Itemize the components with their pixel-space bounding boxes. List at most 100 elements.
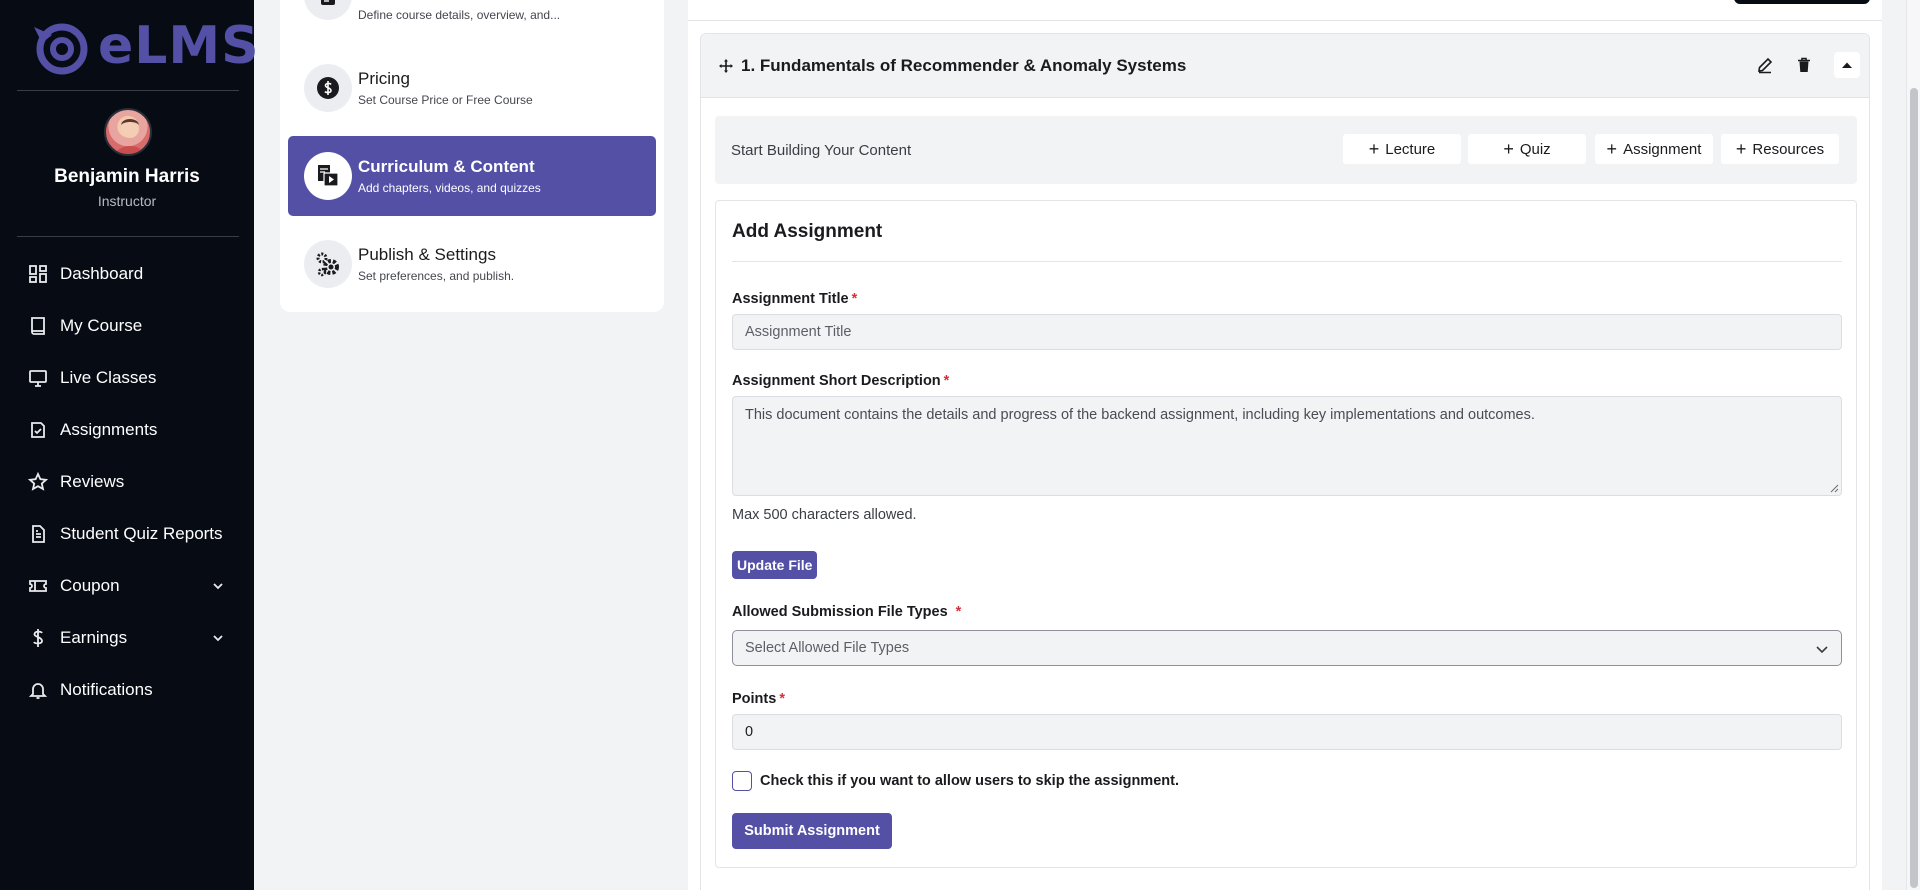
sidebar-item-label: My Course bbox=[60, 316, 143, 335]
file-types-select[interactable]: Select Allowed File Types bbox=[732, 630, 1842, 666]
sidebar-item-label: Notifications bbox=[60, 680, 153, 699]
file-types-label: Allowed Submission File Types * bbox=[732, 604, 961, 620]
step-subtitle: Add chapters, videos, and quizzes bbox=[358, 181, 541, 195]
label-text: Points bbox=[732, 691, 777, 707]
sidebar-item-my-course[interactable]: My Course bbox=[0, 300, 254, 352]
chapter-panel: 1. Fundamentals of Recommender & Anomaly… bbox=[700, 33, 1870, 890]
sidebar-item-earnings[interactable]: Earnings bbox=[0, 612, 254, 664]
sidebar-item-student-quiz-reports[interactable]: Student Quiz Reports bbox=[0, 508, 254, 560]
step-course-info[interactable]: Define course details, overview, and... bbox=[288, 0, 656, 36]
points-input[interactable]: 0 bbox=[732, 714, 1842, 750]
assignment-description-textarea[interactable]: This document contains the details and p… bbox=[732, 396, 1842, 496]
user-name: Benjamin Harris bbox=[54, 166, 200, 187]
brand-logo[interactable]: eLMS bbox=[28, 16, 260, 76]
ticket-icon bbox=[29, 580, 47, 592]
sidebar: eLMS Benjamin Harris Instructor Dashboar… bbox=[0, 0, 259, 890]
label-text: Allowed Submission File Types bbox=[732, 604, 948, 620]
report-icon bbox=[32, 525, 45, 543]
assignment-description-label: Assignment Short Description * bbox=[732, 373, 949, 389]
divider bbox=[17, 236, 239, 237]
scrollbar-thumb[interactable] bbox=[1910, 88, 1918, 888]
sidebar-item-notifications[interactable]: Notifications bbox=[0, 664, 254, 716]
divider bbox=[732, 261, 1842, 262]
skip-assignment-label: Check this if you want to allow users to… bbox=[760, 773, 1179, 789]
gears-icon bbox=[304, 240, 352, 288]
trash-icon[interactable] bbox=[1795, 56, 1813, 74]
divider bbox=[17, 90, 239, 91]
assignment-icon bbox=[31, 422, 45, 438]
sidebar-item-dashboard[interactable]: Dashboard bbox=[0, 248, 254, 300]
required-mark: * bbox=[851, 291, 858, 307]
chevron-down-icon[interactable] bbox=[212, 632, 224, 644]
points-label: Points * bbox=[732, 691, 785, 707]
form-title: Add Assignment bbox=[732, 221, 883, 242]
course-steps: Define course details, overview, and... … bbox=[280, 0, 664, 312]
chapter-header: 1. Fundamentals of Recommender & Anomaly… bbox=[701, 34, 1869, 98]
sidebar-nav: Dashboard My Course Live Classes Assignm… bbox=[0, 248, 254, 716]
edit-icon[interactable] bbox=[1756, 56, 1774, 74]
plus-icon: + bbox=[1735, 139, 1747, 159]
add-assignment-button[interactable]: + Assignment bbox=[1595, 134, 1713, 164]
update-file-button[interactable]: Update File bbox=[732, 551, 818, 579]
avatar[interactable] bbox=[104, 108, 152, 156]
document-icon bbox=[304, 0, 352, 20]
step-curriculum[interactable]: Curriculum & Content Add chapters, video… bbox=[288, 136, 656, 216]
sidebar-item-assignments[interactable]: Assignments bbox=[0, 404, 254, 456]
bell-icon bbox=[28, 683, 48, 699]
user-role: Instructor bbox=[97, 193, 157, 209]
add-assignment-form: Add Assignment Assignment Title * Assignm… bbox=[715, 200, 1857, 868]
required-mark: * bbox=[779, 691, 785, 707]
description-hint: Max 500 characters allowed. bbox=[732, 507, 917, 523]
star-icon bbox=[28, 472, 48, 491]
button-label: Assignment bbox=[1623, 140, 1702, 158]
sidebar-item-label: Reviews bbox=[60, 472, 125, 491]
add-quiz-button[interactable]: + Quiz bbox=[1468, 134, 1586, 164]
plus-icon: + bbox=[1606, 139, 1618, 159]
header-action-button[interactable] bbox=[1734, 0, 1870, 4]
resize-handle-icon[interactable] bbox=[1830, 484, 1839, 493]
sidebar-item-label: Coupon bbox=[60, 576, 120, 595]
step-subtitle: Set Course Price or Free Course bbox=[358, 93, 533, 107]
chevron-down-icon bbox=[1816, 646, 1828, 654]
step-title: Curriculum & Content bbox=[358, 157, 535, 176]
drag-move-icon[interactable] bbox=[718, 58, 734, 74]
assignment-title-label: Assignment Title * bbox=[732, 291, 857, 307]
button-label: Lecture bbox=[1385, 140, 1436, 158]
divider bbox=[688, 20, 1882, 21]
dollar-icon bbox=[33, 629, 43, 647]
add-resources-button[interactable]: + Resources bbox=[1721, 134, 1839, 164]
add-lecture-button[interactable]: + Lecture bbox=[1343, 134, 1461, 164]
assignment-title-input[interactable]: Assignment Title bbox=[732, 314, 1842, 350]
sidebar-item-label: Dashboard bbox=[60, 264, 144, 283]
skip-assignment-checkbox[interactable] bbox=[732, 771, 752, 791]
curriculum-icon bbox=[304, 152, 352, 200]
required-mark: * bbox=[943, 373, 950, 389]
brand-name: eLMS bbox=[98, 16, 260, 76]
step-subtitle: Set preferences, and publish. bbox=[358, 269, 515, 283]
content-builder-bar: Start Building Your Content + Lecture + Qu… bbox=[715, 116, 1857, 184]
page-scrollbar[interactable] bbox=[1906, 0, 1920, 890]
button-label: Resources bbox=[1752, 140, 1825, 158]
step-publish-settings[interactable]: Publish & Settings Set preferences, and … bbox=[288, 224, 656, 304]
sidebar-item-coupon[interactable]: Coupon bbox=[0, 560, 254, 612]
submit-assignment-button[interactable]: Submit Assignment bbox=[732, 813, 892, 849]
sidebar-item-reviews[interactable]: Reviews bbox=[0, 456, 254, 508]
sidebar-item-label: Student Quiz Reports bbox=[60, 524, 223, 543]
select-placeholder: Select Allowed File Types bbox=[745, 640, 910, 656]
textarea-value: This document contains the details and p… bbox=[745, 407, 1535, 423]
caret-up-icon bbox=[1842, 62, 1852, 68]
sidebar-item-label: Earnings bbox=[60, 628, 128, 647]
logo-icon bbox=[34, 23, 88, 75]
chapter-title: 1. Fundamentals of Recommender & Anomaly… bbox=[741, 56, 1187, 75]
dashboard-icon bbox=[29, 265, 47, 283]
collapse-button[interactable] bbox=[1834, 52, 1860, 78]
step-pricing[interactable]: Pricing Set Course Price or Free Course bbox=[288, 48, 656, 128]
sidebar-item-label: Assignments bbox=[60, 420, 158, 439]
step-subtitle: Define course details, overview, and... bbox=[358, 8, 561, 22]
chevron-down-icon[interactable] bbox=[212, 580, 224, 592]
book-icon bbox=[31, 317, 45, 335]
plus-icon: + bbox=[1368, 139, 1380, 159]
plus-icon: + bbox=[1503, 139, 1514, 159]
dollar-circle-icon bbox=[304, 64, 352, 112]
sidebar-item-live-classes[interactable]: Live Classes bbox=[0, 352, 254, 404]
